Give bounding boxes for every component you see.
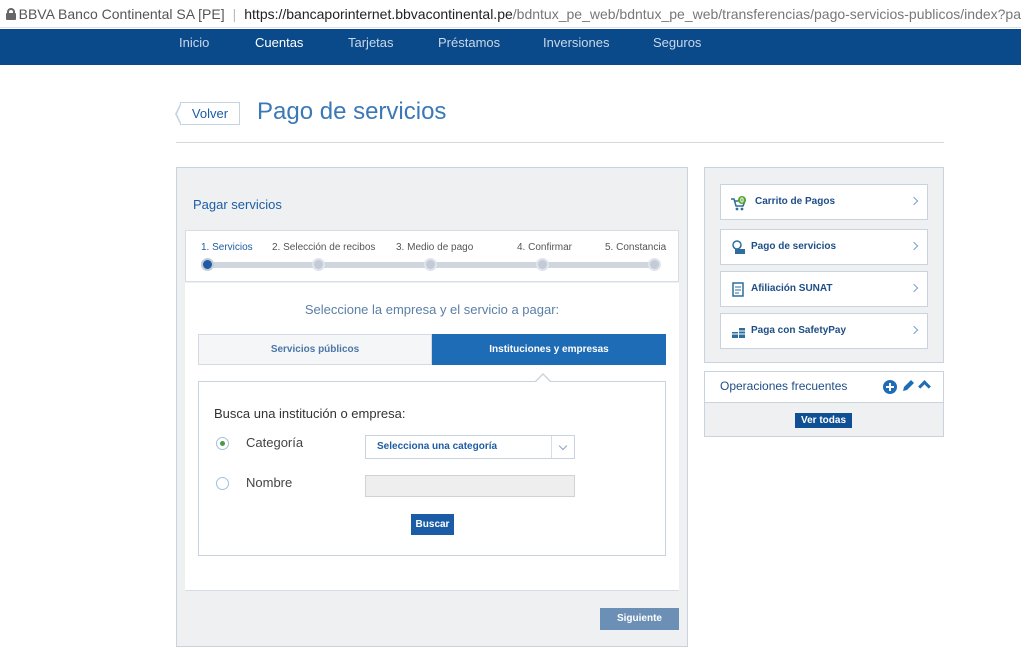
step-dot-5: [648, 258, 661, 271]
page-title: Pago de servicios: [257, 98, 447, 125]
radio-label-nombre: Nombre: [246, 475, 293, 490]
next-button[interactable]: Siguiente: [600, 608, 679, 630]
step-dot-3: [424, 258, 437, 271]
sidebar-item-pago-servicios[interactable]: Pago de servicios: [720, 229, 928, 265]
sidebar-item-label: Afiliación SUNAT: [751, 283, 833, 294]
add-icon[interactable]: [883, 380, 897, 394]
search-title: Busca una institución o empresa:: [214, 406, 406, 421]
nav-item-prestamos[interactable]: Préstamos: [438, 29, 500, 65]
sidebar-item-label: Paga con SafetyPay: [751, 325, 847, 336]
url-host[interactable]: https://bancaporinternet.bbvacontinental…: [244, 6, 513, 22]
title-divider: [176, 142, 944, 143]
address-separator: |: [232, 5, 237, 22]
selection-subtitle: Seleccione la empresa y el servicio a pa…: [304, 302, 560, 317]
category-select-value: Selecciona una categoría: [377, 441, 498, 452]
step-dot-1: [201, 258, 214, 271]
frequent-operations-panel: Operaciones frecuentes Ver todas: [704, 371, 944, 437]
document-icon: [732, 282, 744, 297]
view-all-button[interactable]: Ver todas: [795, 413, 852, 428]
service-selection-content: Seleccione la empresa y el servicio a pa…: [185, 283, 679, 591]
chevron-up-icon[interactable]: [918, 380, 931, 393]
radio-nombre[interactable]: [216, 477, 229, 490]
step-dot-4: [536, 258, 549, 271]
back-button[interactable]: Volver: [175, 102, 240, 126]
sidebar-item-safetypay[interactable]: Paga con SafetyPay: [720, 313, 928, 349]
payment-panel: Pagar servicios 1. Servicios 2. Selecció…: [176, 167, 688, 647]
panel-heading: Pagar servicios: [193, 197, 282, 212]
chevron-down-icon: [551, 436, 574, 458]
sidebar-item-afiliacion-sunat[interactable]: Afiliación SUNAT: [720, 271, 928, 307]
step-label-servicios: 1. Servicios: [201, 242, 253, 253]
sidebar-item-label: Carrito de Pagos: [755, 196, 836, 207]
search-button[interactable]: Buscar: [411, 514, 454, 535]
sidebar-item-carrito[interactable]: 0 Carrito de Pagos: [720, 184, 928, 220]
step-dot-2: [312, 258, 325, 271]
tab-servicios-publicos[interactable]: Servicios públicos: [198, 334, 432, 365]
quick-actions-panel: 0 Carrito de Pagos Pago de servicios Afi…: [704, 167, 944, 363]
nav-item-cuentas[interactable]: Cuentas: [255, 29, 303, 65]
chevron-right-icon: [909, 241, 919, 251]
pencil-icon[interactable]: [901, 379, 915, 393]
lock-icon: [6, 7, 16, 20]
institution-search-box: Busca una institución o empresa: Categor…: [198, 373, 666, 556]
frequent-operations-title: Operaciones frecuentes: [720, 379, 848, 393]
top-navigation: Inicio Cuentas Tarjetas Préstamos Invers…: [0, 29, 1021, 65]
chevron-right-icon: [909, 196, 919, 206]
nav-item-tarjetas[interactable]: Tarjetas: [348, 29, 394, 65]
progress-stepper: 1. Servicios 2. Selección de recibos 3. …: [185, 230, 679, 282]
name-input[interactable]: [365, 475, 575, 497]
service-payment-icon: [732, 240, 745, 254]
category-select[interactable]: Selecciona una categoría: [365, 435, 575, 459]
cart-badge: 0: [740, 198, 744, 205]
step-label-confirmar: 4. Confirmar: [517, 242, 573, 253]
panel-footer-divider: [185, 590, 679, 591]
frequent-operations-header: Operaciones frecuentes: [705, 372, 943, 403]
browser-address-bar[interactable]: BBVA Banco Continental SA [PE] | https:/…: [0, 0, 1021, 28]
step-label-constancia: 5. Constancia: [605, 242, 667, 253]
chevron-right-icon: [909, 325, 919, 335]
chevron-right-icon: [909, 283, 919, 293]
step-label-seleccion-recibos: 2. Selección de recibos: [272, 242, 376, 253]
coins-icon: [732, 328, 745, 338]
nav-item-seguros[interactable]: Seguros: [653, 29, 701, 65]
nav-item-inicio[interactable]: Inicio: [179, 29, 209, 65]
url-path[interactable]: /bdntux_pe_web/bdntux_pe_web/transferenc…: [513, 6, 1021, 22]
cart-icon: 0: [731, 196, 747, 211]
step-label-medio-pago: 3. Medio de pago: [396, 242, 474, 253]
nav-item-inversiones[interactable]: Inversiones: [543, 29, 609, 65]
tab-instituciones-empresas[interactable]: Instituciones y empresas: [432, 334, 666, 365]
site-identity: BBVA Banco Continental SA [PE]: [18, 5, 225, 22]
radio-label-categoria: Categoría: [246, 435, 304, 450]
sidebar-item-label: Pago de servicios: [751, 241, 837, 252]
radio-categoria[interactable]: [216, 437, 229, 450]
